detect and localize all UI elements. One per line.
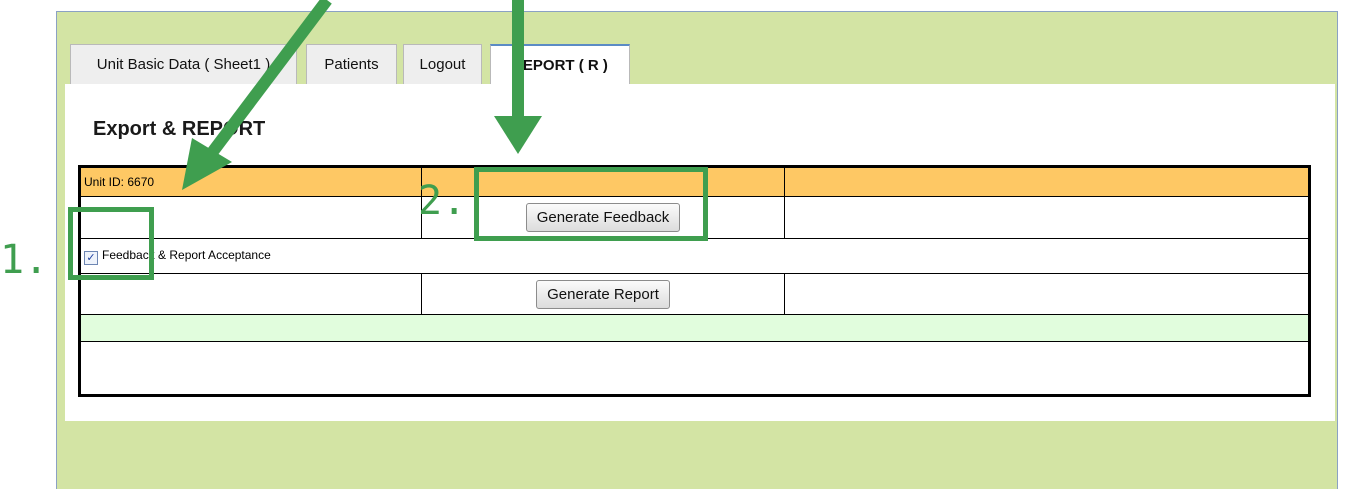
arrow-2-head	[494, 116, 542, 154]
arrow-1-shaft	[200, 0, 332, 166]
annotation-arrows	[182, 0, 542, 190]
